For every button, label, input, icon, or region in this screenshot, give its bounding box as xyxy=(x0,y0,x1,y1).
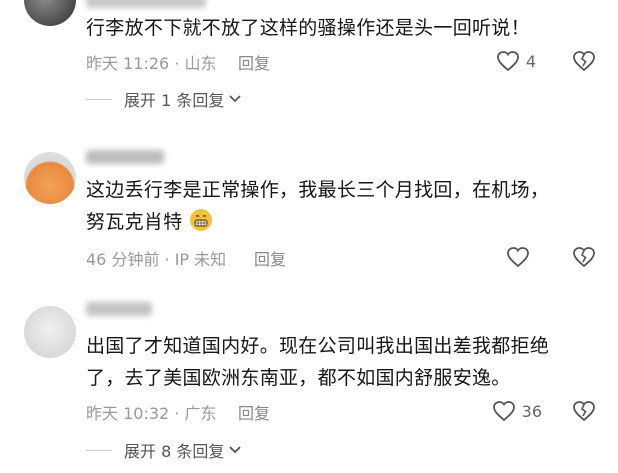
reply-button[interactable]: 回复 xyxy=(238,400,270,424)
divider-line xyxy=(86,98,112,100)
like-count: 36 xyxy=(521,401,542,421)
expand-replies-button[interactable]: 展开 1 条回复 xyxy=(86,86,242,112)
comment-text-line: 了，去了美国欧洲东南亚，都不如国内舒服安逸。 xyxy=(86,367,511,389)
avatar[interactable] xyxy=(24,0,76,26)
comment-text-span: 努瓦克肖特 xyxy=(86,211,183,233)
heart-icon xyxy=(507,247,529,268)
comment-time-location: 昨天 11:26 · 山东 xyxy=(86,54,217,73)
like-button[interactable] xyxy=(506,246,536,268)
divider-line xyxy=(86,449,112,451)
comment-item: 出国了才知道国内好。现在公司叫我出国出差我都拒绝 了，去了美国欧洲东南亚，都不如… xyxy=(0,294,618,473)
expand-replies-label: 展开 8 条回复 xyxy=(124,442,225,461)
broken-heart-icon xyxy=(573,401,595,422)
comment-time-location: 昨天 10:32 · 广东 xyxy=(86,404,217,423)
chevron-down-icon xyxy=(229,95,241,103)
avatar[interactable] xyxy=(24,306,76,358)
dislike-button[interactable] xyxy=(572,246,596,272)
dislike-button[interactable] xyxy=(572,50,596,76)
dislike-button[interactable] xyxy=(572,400,596,426)
avatar[interactable] xyxy=(24,152,76,204)
broken-heart-icon xyxy=(573,51,595,72)
comment-text-line: 这边丢行李是正常操作，我最长三个月找回，在机场， xyxy=(86,179,550,201)
username-blurred[interactable] xyxy=(86,0,206,8)
comment-text: 行李放不下就不放了这样的骚操作还是头一回听说！ xyxy=(86,17,530,39)
like-button[interactable]: 4 xyxy=(496,50,536,72)
comment-text: 出国了才知道国内好。现在公司叫我出国出差我都拒绝 了，去了美国欧洲东南亚，都不如… xyxy=(86,330,600,394)
comment-text: 这边丢行李是正常操作，我最长三个月找回，在机场， 努瓦克肖特 xyxy=(86,174,600,238)
expand-replies-button[interactable]: 展开 8 条回复 xyxy=(86,437,242,463)
comment-text-line: 出国了才知道国内好。现在公司叫我出国出差我都拒绝 xyxy=(86,335,550,357)
chevron-down-icon xyxy=(229,446,241,454)
reply-button[interactable]: 回复 xyxy=(238,50,270,74)
reply-button[interactable]: 回复 xyxy=(254,246,286,270)
username-blurred[interactable] xyxy=(86,302,152,316)
expand-replies-label: 展开 1 条回复 xyxy=(124,91,225,110)
heart-icon xyxy=(492,401,515,422)
comment-meta: 46 分钟前 · IP 未知 回复 xyxy=(86,246,600,272)
username-blurred[interactable] xyxy=(86,150,164,164)
comment-meta: 昨天 11:26 · 山东 回复 4 xyxy=(86,50,600,76)
heart-icon xyxy=(496,51,519,72)
comment-text-line: 努瓦克肖特 xyxy=(86,206,600,238)
comment-time-location: 46 分钟前 · IP 未知 xyxy=(86,250,227,269)
like-button[interactable]: 36 xyxy=(492,400,542,422)
comment-item: 行李放不下就不放了这样的骚操作还是头一回听说！ 昨天 11:26 · 山东 回复… xyxy=(0,0,618,118)
like-count: 4 xyxy=(525,51,536,71)
comment-item: 这边丢行李是正常操作，我最长三个月找回，在机场， 努瓦克肖特 46 分钟前 · … xyxy=(0,140,618,280)
broken-heart-icon xyxy=(573,247,595,268)
comment-meta: 昨天 10:32 · 广东 回复 36 xyxy=(86,400,600,426)
grinning-emoji-icon xyxy=(189,209,212,231)
